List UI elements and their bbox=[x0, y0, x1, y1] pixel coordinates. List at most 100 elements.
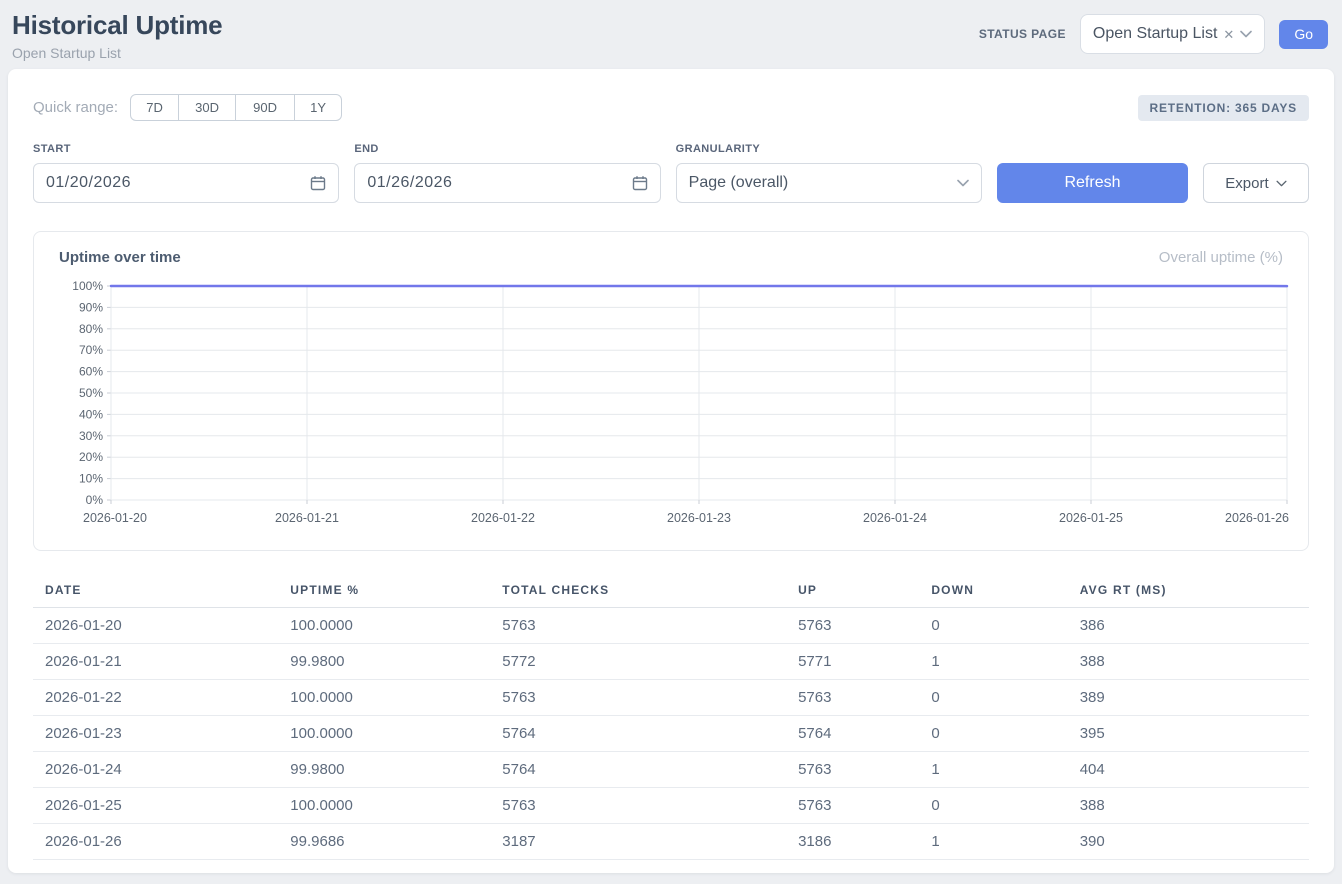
table-cell: 2026-01-23 bbox=[33, 716, 278, 752]
start-date-input[interactable]: 01/20/2026 bbox=[33, 163, 339, 203]
table-cell: 2026-01-26 bbox=[33, 824, 278, 860]
end-date-label: END bbox=[354, 143, 660, 155]
uptime-table: DATEUPTIME %TOTAL CHECKSUPDOWNAVG RT (MS… bbox=[33, 575, 1309, 860]
status-page-controls: STATUS PAGE Open Startup List ✕ Go bbox=[979, 14, 1328, 54]
table-cell: 0 bbox=[919, 608, 1067, 644]
quick-range-row: Quick range: 7D30D90D1Y RETENTION: 365 D… bbox=[33, 94, 1309, 121]
quick-range-1y[interactable]: 1Y bbox=[295, 94, 342, 121]
x-axis-tick-label: 2026-01-20 bbox=[83, 511, 147, 525]
table-cell: 0 bbox=[919, 716, 1067, 752]
uptime-chart-card: Uptime over time Overall uptime (%) 0% 10… bbox=[33, 231, 1309, 551]
table-cell: 0 bbox=[919, 680, 1067, 716]
granularity-selected-value: Page (overall) bbox=[689, 174, 789, 192]
end-date-field: END 01/26/2026 bbox=[354, 143, 660, 203]
y-axis-tick-label: 40% bbox=[79, 407, 103, 421]
table-cell: 99.9800 bbox=[278, 644, 490, 680]
table-row: 2026-01-2499.9800576457631404 bbox=[33, 752, 1309, 788]
column-header-total-checks: TOTAL CHECKS bbox=[490, 575, 786, 608]
table-cell: 5763 bbox=[786, 680, 919, 716]
status-page-label: STATUS PAGE bbox=[979, 27, 1066, 41]
table-cell: 5763 bbox=[490, 608, 786, 644]
table-cell: 5764 bbox=[786, 716, 919, 752]
table-cell: 5772 bbox=[490, 644, 786, 680]
x-axis-tick-label: 2026-01-21 bbox=[275, 511, 339, 525]
table-cell: 2026-01-20 bbox=[33, 608, 278, 644]
y-axis-tick-label: 10% bbox=[79, 472, 103, 486]
quick-range-group: 7D30D90D1Y bbox=[130, 94, 342, 121]
chart-legend: Overall uptime (%) bbox=[1159, 249, 1283, 266]
quick-range-90d[interactable]: 90D bbox=[236, 94, 295, 121]
granularity-label: GRANULARITY bbox=[676, 143, 982, 155]
table-cell: 388 bbox=[1068, 644, 1309, 680]
y-axis-tick-label: 80% bbox=[79, 322, 103, 336]
table-cell: 5771 bbox=[786, 644, 919, 680]
refresh-button[interactable]: Refresh bbox=[997, 163, 1188, 203]
start-date-value: 01/20/2026 bbox=[46, 174, 131, 192]
column-header-avg-rt-ms-: AVG RT (MS) bbox=[1068, 575, 1309, 608]
table-header-row: DATEUPTIME %TOTAL CHECKSUPDOWNAVG RT (MS… bbox=[33, 575, 1309, 608]
table-cell: 3186 bbox=[786, 824, 919, 860]
chevron-down-icon bbox=[1240, 30, 1252, 38]
page-subtitle: Open Startup List bbox=[12, 45, 222, 61]
granularity-select[interactable]: Page (overall) bbox=[676, 163, 982, 203]
page-title: Historical Uptime bbox=[12, 10, 222, 41]
x-axis-tick-label: 2026-01-23 bbox=[667, 511, 731, 525]
export-button-label: Export bbox=[1225, 175, 1268, 192]
x-axis-tick-label: 2026-01-25 bbox=[1059, 511, 1123, 525]
table-cell: 5763 bbox=[786, 788, 919, 824]
start-date-label: START bbox=[33, 143, 339, 155]
y-axis-tick-label: 90% bbox=[79, 300, 103, 314]
clear-selection-icon[interactable]: ✕ bbox=[1223, 28, 1234, 41]
export-button[interactable]: Export bbox=[1203, 163, 1309, 203]
column-header-date: DATE bbox=[33, 575, 278, 608]
table-cell: 388 bbox=[1068, 788, 1309, 824]
y-axis-tick-label: 70% bbox=[79, 343, 103, 357]
chart-title: Uptime over time bbox=[59, 249, 181, 266]
start-date-field: START 01/20/2026 bbox=[33, 143, 339, 203]
quick-range-label: Quick range: bbox=[33, 99, 118, 116]
go-button[interactable]: Go bbox=[1279, 20, 1328, 49]
table-row: 2026-01-20100.0000576357630386 bbox=[33, 608, 1309, 644]
table-cell: 5763 bbox=[786, 608, 919, 644]
table-cell: 99.9800 bbox=[278, 752, 490, 788]
table-cell: 2026-01-22 bbox=[33, 680, 278, 716]
title-block: Historical Uptime Open Startup List bbox=[12, 10, 222, 61]
retention-badge: RETENTION: 365 DAYS bbox=[1138, 95, 1309, 121]
table-row: 2026-01-22100.0000576357630389 bbox=[33, 680, 1309, 716]
table-cell: 100.0000 bbox=[278, 788, 490, 824]
table-cell: 390 bbox=[1068, 824, 1309, 860]
end-date-value: 01/26/2026 bbox=[367, 174, 452, 192]
table-cell: 1 bbox=[919, 644, 1067, 680]
table-cell: 100.0000 bbox=[278, 716, 490, 752]
calendar-icon[interactable] bbox=[632, 175, 648, 191]
table-cell: 1 bbox=[919, 824, 1067, 860]
table-cell: 2026-01-24 bbox=[33, 752, 278, 788]
quick-range-30d[interactable]: 30D bbox=[179, 94, 236, 121]
table-row: 2026-01-25100.0000576357630388 bbox=[33, 788, 1309, 824]
calendar-icon[interactable] bbox=[310, 175, 326, 191]
x-axis-tick-label: 2026-01-22 bbox=[471, 511, 535, 525]
y-axis-tick-label: 0% bbox=[86, 493, 104, 507]
column-header-down: DOWN bbox=[919, 575, 1067, 608]
table-cell: 5764 bbox=[490, 716, 786, 752]
table-cell: 1 bbox=[919, 752, 1067, 788]
table-cell: 99.9686 bbox=[278, 824, 490, 860]
status-page-select[interactable]: Open Startup List ✕ bbox=[1080, 14, 1265, 54]
table-row: 2026-01-2699.9686318731861390 bbox=[33, 824, 1309, 860]
quick-range-7d[interactable]: 7D bbox=[130, 94, 179, 121]
table-cell: 386 bbox=[1068, 608, 1309, 644]
column-header-uptime-: UPTIME % bbox=[278, 575, 490, 608]
table-row: 2026-01-23100.0000576457640395 bbox=[33, 716, 1309, 752]
table-row: 2026-01-2199.9800577257711388 bbox=[33, 644, 1309, 680]
table-cell: 404 bbox=[1068, 752, 1309, 788]
chevron-down-icon bbox=[1276, 180, 1287, 187]
status-page-selected-value: Open Startup List bbox=[1093, 25, 1218, 43]
table-cell: 5764 bbox=[490, 752, 786, 788]
page-header: Historical Uptime Open Startup List STAT… bbox=[0, 0, 1342, 69]
end-date-input[interactable]: 01/26/2026 bbox=[354, 163, 660, 203]
uptime-line-chart: 0%10%20%30%40%50%60%70%80%90%100%2026-01… bbox=[49, 278, 1292, 536]
table-cell: 389 bbox=[1068, 680, 1309, 716]
table-cell: 0 bbox=[919, 788, 1067, 824]
table-cell: 5763 bbox=[490, 788, 786, 824]
table-cell: 2026-01-25 bbox=[33, 788, 278, 824]
